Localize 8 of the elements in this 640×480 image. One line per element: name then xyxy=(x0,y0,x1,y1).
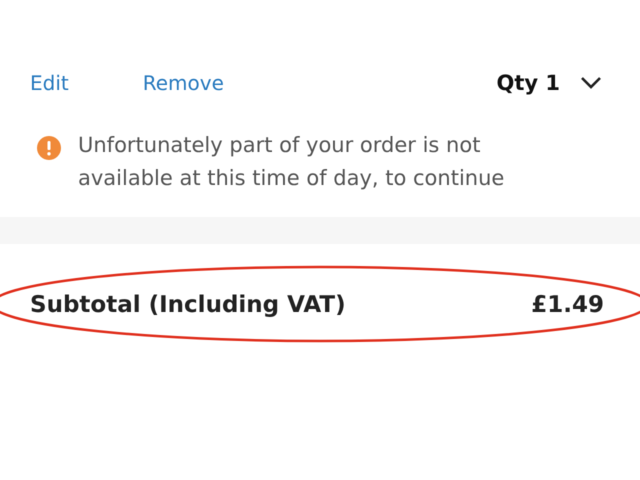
action-link[interactable]: Edit xyxy=(30,71,69,95)
quantity-label[interactable]: Qty 1 xyxy=(496,71,560,95)
action-link[interactable]: Remove xyxy=(142,71,224,95)
subtotal-label: Subtotal (Including VAT) xyxy=(30,292,346,318)
caret-icon[interactable] xyxy=(580,76,602,90)
subtotal-value: £1.49 xyxy=(531,292,604,318)
warning-icon xyxy=(37,136,61,160)
warning-message: Unfortunately part of your order is not available at this time of day, to continue xyxy=(78,132,506,192)
